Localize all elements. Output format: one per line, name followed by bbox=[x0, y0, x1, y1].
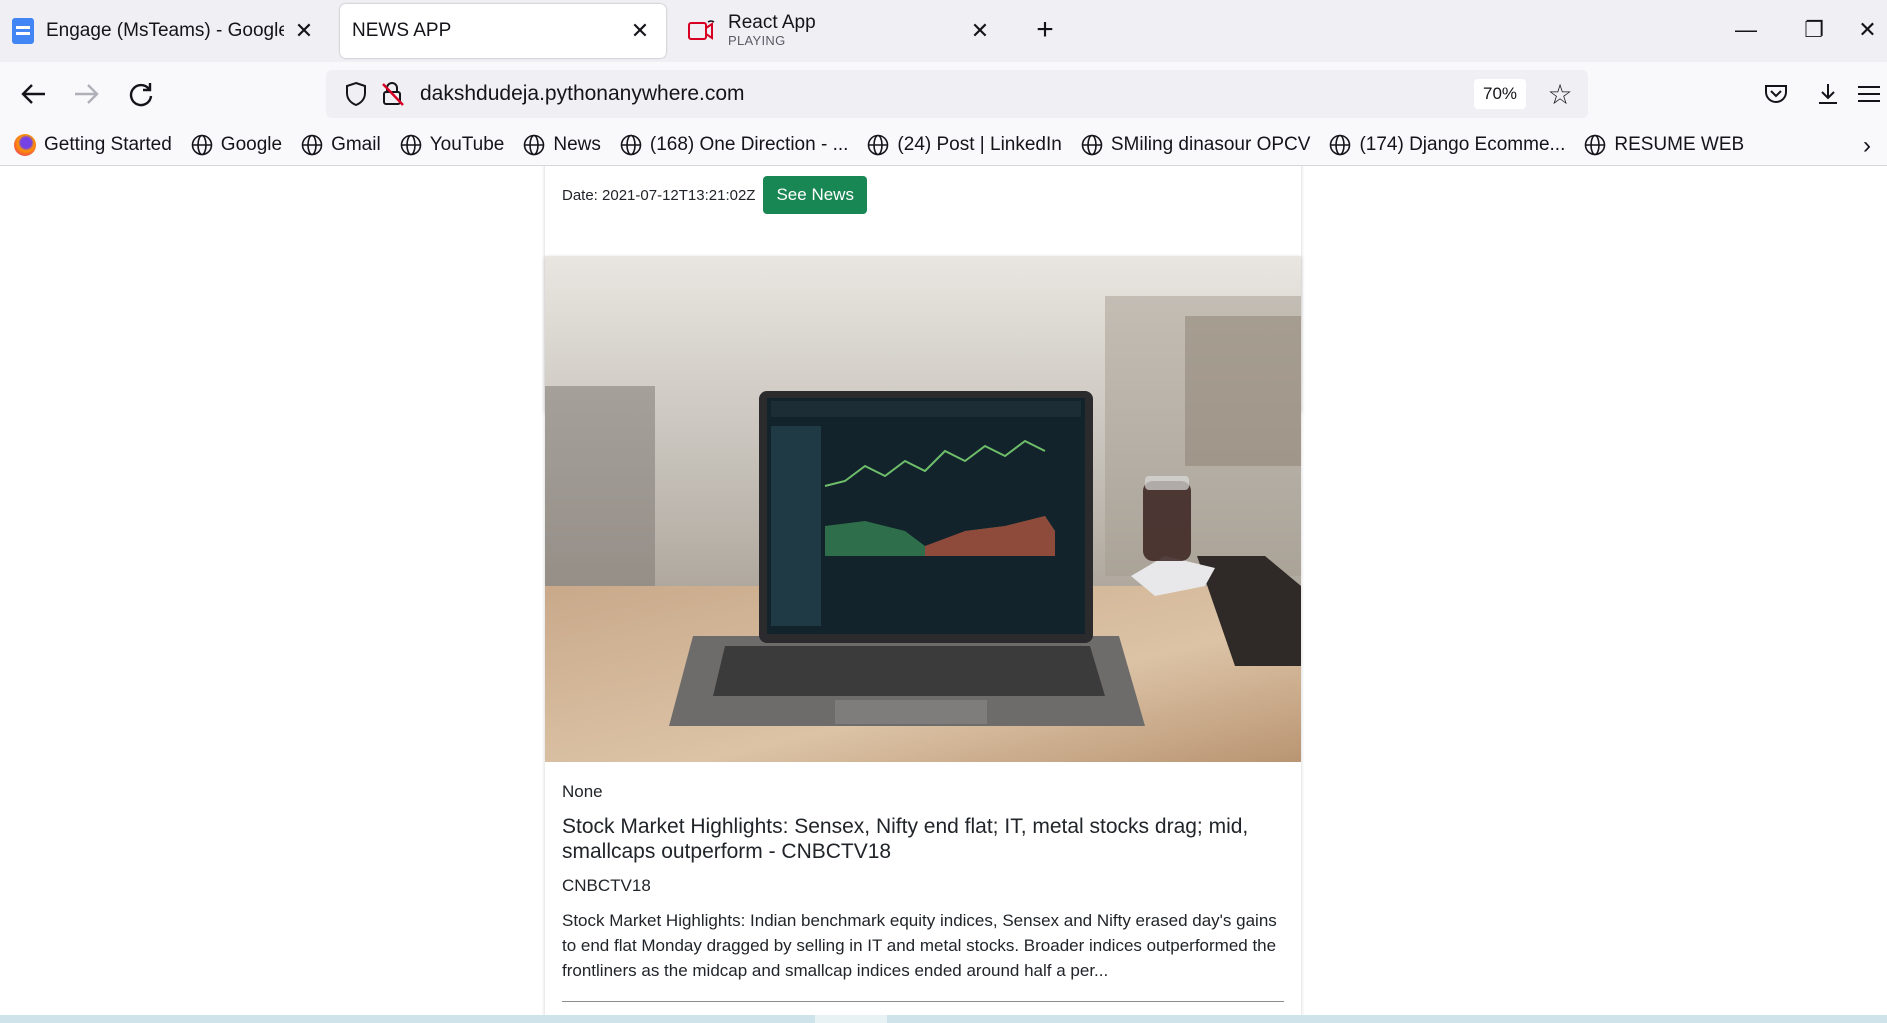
new-tab-button[interactable]: + bbox=[1028, 14, 1062, 48]
tab-title: NEWS APP bbox=[352, 20, 452, 41]
menu-button[interactable] bbox=[1856, 74, 1887, 114]
insecure-lock-icon[interactable] bbox=[376, 74, 410, 114]
globe-icon bbox=[1585, 134, 1606, 155]
bookmark-label: SMiling dinasour OPCV bbox=[1110, 133, 1311, 155]
close-tab-icon[interactable]: ✕ bbox=[290, 17, 318, 45]
news-card-image[interactable] bbox=[545, 256, 1301, 762]
news-headline: Stock Market Highlights: Sensex, Nifty e… bbox=[562, 815, 1249, 863]
card-footer: Date: 2021-07-12T13:21:02Z See News bbox=[562, 176, 867, 214]
tab-react-app[interactable]: React App PLAYING ✕ bbox=[676, 4, 1006, 58]
see-news-button[interactable]: See News bbox=[763, 176, 867, 214]
globe-icon bbox=[524, 134, 545, 155]
bookmark-google[interactable]: Google bbox=[191, 134, 282, 156]
download-icon bbox=[1819, 84, 1837, 104]
horizontal-scrollbar[interactable] bbox=[0, 1015, 1887, 1023]
bookmark-label: (168) One Direction - ... bbox=[649, 133, 849, 155]
tab-title: React App bbox=[728, 12, 816, 34]
globe-icon bbox=[191, 134, 213, 155]
navigation-toolbar: dakshdudeja.pythonanywhere.com 70% ☆ bbox=[0, 62, 1887, 124]
scrollbar-thumb[interactable] bbox=[815, 1015, 887, 1023]
news-description: Stock Market Highlights: Indian benchmar… bbox=[562, 911, 1277, 980]
news-card-body: None Stock Market Highlights: Sensex, Ni… bbox=[545, 762, 1301, 1002]
globe-icon bbox=[620, 134, 642, 155]
bookmark-label: Google bbox=[220, 133, 283, 155]
zoom-level-button[interactable]: 70% bbox=[1474, 79, 1526, 109]
bookmark-linkedin[interactable]: (24) Post | LinkedIn bbox=[867, 133, 1062, 156]
bookmark-django-ecommerce[interactable]: (174) Django Ecomme... bbox=[1329, 134, 1565, 156]
address-bar[interactable]: dakshdudeja.pythonanywhere.com 70% ☆ bbox=[326, 70, 1588, 118]
bookmark-resume-web[interactable]: RESUME WEB bbox=[1584, 134, 1744, 156]
hamburger-menu-icon bbox=[1858, 86, 1880, 102]
bookmark-label: RESUME WEB bbox=[1614, 133, 1745, 155]
tab-engage[interactable]: Engage (MsTeams) - Google Do ✕ bbox=[0, 4, 330, 58]
forward-arrow-icon bbox=[75, 84, 99, 104]
bookmark-label: (174) Django Ecomme... bbox=[1359, 133, 1566, 155]
pocket-button[interactable] bbox=[1756, 74, 1796, 114]
bookmark-gmail[interactable]: Gmail bbox=[301, 134, 381, 156]
minimize-button[interactable]: — bbox=[1716, 10, 1776, 50]
bookmark-news[interactable]: News bbox=[523, 134, 601, 156]
globe-icon bbox=[868, 134, 889, 155]
forward-button[interactable] bbox=[66, 74, 106, 114]
page-viewport: Date: 2021-07-12T13:21:02Z See News None… bbox=[0, 166, 1887, 1023]
bookmark-label: (24) Post | LinkedIn bbox=[897, 133, 1062, 155]
tab-playing-label: PLAYING bbox=[728, 33, 786, 49]
globe-icon bbox=[400, 134, 422, 155]
pocket-icon bbox=[1765, 85, 1787, 103]
tab-title: Engage (MsTeams) - Google Do bbox=[46, 20, 284, 41]
bookmark-smiling-dinasour[interactable]: SMiling dinasour OPCV bbox=[1081, 133, 1311, 156]
globe-icon bbox=[301, 134, 323, 155]
restore-button[interactable]: ❐ bbox=[1784, 10, 1844, 50]
globe-icon bbox=[1330, 134, 1351, 155]
close-tab-icon[interactable]: ✕ bbox=[966, 17, 994, 45]
news-date: Date: 2021-07-12T13:21:02Z bbox=[562, 186, 756, 204]
bookmark-one-direction[interactable]: (168) One Direction - ... bbox=[620, 133, 849, 156]
close-window-button[interactable]: ✕ bbox=[1848, 10, 1887, 50]
downloads-button[interactable] bbox=[1808, 74, 1848, 114]
reload-icon bbox=[129, 83, 153, 107]
tracking-protection-shield-icon[interactable] bbox=[336, 74, 376, 114]
bookmark-label: Getting Started bbox=[44, 133, 172, 155]
camera-audio-icon[interactable] bbox=[688, 18, 718, 44]
bookmark-label: YouTube bbox=[429, 133, 505, 155]
globe-icon bbox=[1081, 134, 1103, 155]
tab-strip: Engage (MsTeams) - Google Do ✕ NEWS APP … bbox=[0, 0, 1887, 62]
close-tab-icon[interactable]: ✕ bbox=[626, 17, 654, 45]
more-bookmarks-chevron-icon[interactable]: › bbox=[1863, 132, 1887, 159]
google-docs-icon bbox=[12, 18, 34, 44]
news-source: CNBCTV18 bbox=[562, 876, 651, 895]
back-arrow-icon bbox=[21, 84, 45, 104]
tab-news-app[interactable]: NEWS APP ✕ bbox=[340, 4, 666, 58]
bookmark-label: News bbox=[553, 133, 601, 155]
bookmark-star-icon[interactable]: ☆ bbox=[1542, 76, 1578, 112]
news-author: None bbox=[562, 782, 603, 801]
bookmark-youtube[interactable]: YouTube bbox=[400, 133, 505, 156]
card-divider bbox=[562, 1001, 1284, 1002]
firefox-icon bbox=[14, 133, 36, 156]
bookmark-getting-started[interactable]: Getting Started bbox=[14, 133, 172, 156]
url-text[interactable]: dakshdudeja.pythonanywhere.com bbox=[420, 82, 1474, 106]
bookmark-label: Gmail bbox=[331, 133, 381, 155]
news-card: None Stock Market Highlights: Sensex, Ni… bbox=[545, 256, 1301, 1023]
back-button[interactable] bbox=[14, 74, 54, 114]
reload-button[interactable] bbox=[121, 74, 161, 114]
bookmarks-toolbar: Getting Started Google Gmail YouTube New… bbox=[0, 124, 1887, 166]
